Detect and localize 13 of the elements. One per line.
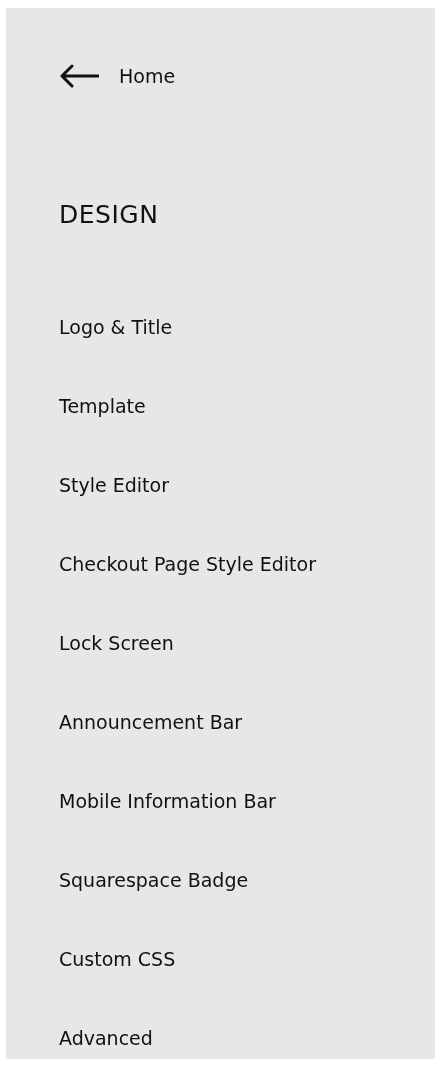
- menu-item[interactable]: Mobile Information Bar: [59, 789, 276, 813]
- section-title: DESIGN: [59, 199, 159, 231]
- menu-item[interactable]: Template: [59, 394, 146, 418]
- menu-item[interactable]: Logo & Title: [59, 315, 173, 339]
- menu-item[interactable]: Advanced: [59, 1026, 153, 1050]
- menu-item[interactable]: Checkout Page Style Editor: [59, 552, 316, 576]
- menu-item[interactable]: Announcement Bar: [59, 710, 243, 734]
- menu-item[interactable]: Lock Screen: [59, 631, 174, 655]
- back-link[interactable]: Home: [59, 60, 176, 92]
- menu-item[interactable]: Style Editor: [59, 473, 169, 497]
- menu-item[interactable]: Squarespace Badge: [59, 868, 249, 892]
- back-arrow-icon: [59, 64, 99, 88]
- menu-item[interactable]: Custom CSS: [59, 947, 176, 971]
